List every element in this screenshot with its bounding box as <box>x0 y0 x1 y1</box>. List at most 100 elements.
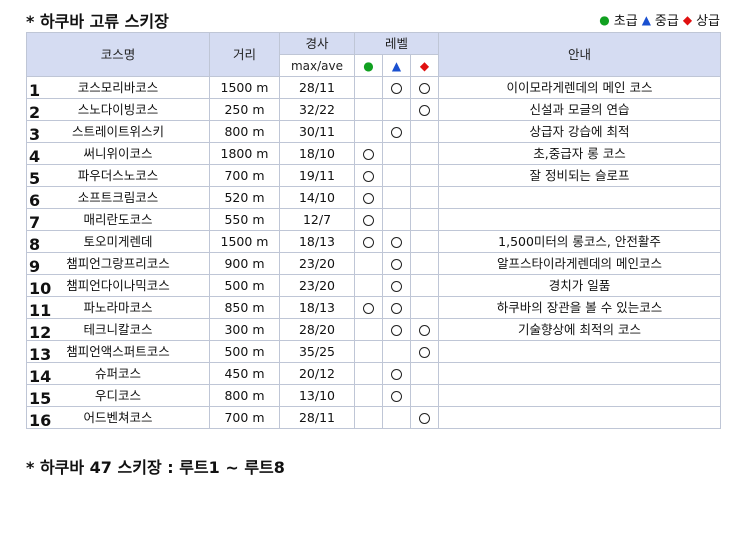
distance-cell: 1500 m <box>209 230 280 253</box>
level-adv-cell <box>409 384 440 407</box>
slope-cell: 35/25 <box>279 340 355 363</box>
level-circle-icon <box>391 368 402 380</box>
level-circle-icon <box>363 214 374 226</box>
level-adv-cell <box>409 406 440 429</box>
beginner-circle-icon: ● <box>599 12 610 27</box>
header-guide: 안내 <box>438 32 721 77</box>
header-advanced-icon: ◆ <box>409 54 440 77</box>
level-circle-icon <box>419 104 430 116</box>
course-table: 코스명 거리 경사 레벨 안내 max/ave ● ▲ ◆ 1 코스모리바코스 15… <box>26 32 721 429</box>
distance-cell: 250 m <box>209 98 280 121</box>
level-adv-cell <box>409 76 440 99</box>
table-row: 14 슈퍼코스 450 m 20/12 <box>26 362 721 385</box>
guide-cell: 기술향상에 최적의 코스 <box>438 318 721 341</box>
slope-cell: 19/11 <box>279 164 355 187</box>
header-beginner-icon: ● <box>354 54 383 77</box>
level-circle-icon <box>391 126 402 138</box>
slope-cell: 32/22 <box>279 98 355 121</box>
slope-cell: 12/7 <box>279 208 355 231</box>
legend-label-beginner: 초급 <box>613 14 638 29</box>
level-circle-icon <box>419 346 430 358</box>
level-beg-cell <box>354 142 383 165</box>
guide-cell: 초,중급자 롱 코스 <box>438 142 721 165</box>
header-distance: 거리 <box>209 32 280 77</box>
course-name: 파노라마코스 <box>83 299 153 315</box>
header-level: 레벨 <box>353 32 440 55</box>
course-name: 토오미게렌데 <box>83 233 153 249</box>
level-adv-cell <box>409 230 440 253</box>
course-name-cell: 3 스트레이트위스키 <box>26 120 210 143</box>
table-row: 15 우디코스 800 m 13/10 <box>26 384 721 407</box>
course-name: 매리란도코스 <box>83 211 153 227</box>
level-int-cell <box>382 274 411 297</box>
level-circle-icon <box>391 258 402 270</box>
table-row: 7 매리란도코스 550 m 12/7 <box>26 208 721 231</box>
course-name-cell: 15 우디코스 <box>26 384 210 407</box>
level-circle-icon <box>391 236 402 248</box>
level-beg-cell <box>354 230 383 253</box>
course-number: 10 <box>29 279 52 297</box>
table-row: 12 테크니칼코스 300 m 28/20 기술향상에 최적의 코스 <box>26 318 721 341</box>
level-adv-cell <box>409 362 440 385</box>
level-beg-cell <box>354 340 383 363</box>
course-name-cell: 4 써니위이코스 <box>26 142 210 165</box>
level-int-cell <box>382 384 411 407</box>
distance-cell: 300 m <box>209 318 280 341</box>
guide-cell: 상급자 강습에 최적 <box>438 120 721 143</box>
slope-cell: 18/10 <box>279 142 355 165</box>
course-number: 3 <box>29 125 41 143</box>
level-adv-cell <box>409 340 440 363</box>
level-beg-cell <box>354 318 383 341</box>
course-number: 8 <box>29 235 41 253</box>
level-adv-cell <box>409 296 440 319</box>
guide-cell <box>438 208 721 231</box>
slope-cell: 18/13 <box>279 296 355 319</box>
course-name-cell: 13 챔피언액스퍼트코스 <box>26 340 210 363</box>
level-beg-cell <box>354 186 383 209</box>
table-row: 6 소프트크림코스 520 m 14/10 <box>26 186 721 209</box>
slope-cell: 28/11 <box>279 76 355 99</box>
level-beg-cell <box>354 406 383 429</box>
distance-cell: 450 m <box>209 362 280 385</box>
table-row: 13 챔피언액스퍼트코스 500 m 35/25 <box>26 340 721 363</box>
level-int-cell <box>382 362 411 385</box>
level-int-cell <box>382 230 411 253</box>
level-int-cell <box>382 406 411 429</box>
level-int-cell <box>382 186 411 209</box>
level-int-cell <box>382 164 411 187</box>
distance-cell: 520 m <box>209 186 280 209</box>
course-name-cell: 8 토오미게렌데 <box>26 230 210 253</box>
table-row: 16 어드벤쳐코스 700 m 28/11 <box>26 406 721 429</box>
course-name-cell: 10 챔피언다이나믹코스 <box>26 274 210 297</box>
level-int-cell <box>382 142 411 165</box>
level-int-cell <box>382 208 411 231</box>
guide-cell: 경치가 일품 <box>438 274 721 297</box>
level-adv-cell <box>409 252 440 275</box>
level-adv-cell <box>409 142 440 165</box>
course-number: 4 <box>29 147 41 165</box>
course-number: 6 <box>29 191 41 209</box>
guide-cell: 잘 정비되는 슬로프 <box>438 164 721 187</box>
level-adv-cell <box>409 318 440 341</box>
level-circle-icon <box>391 324 402 336</box>
level-beg-cell <box>354 274 383 297</box>
course-number: 13 <box>29 345 52 363</box>
course-name: 챔피언액스퍼트코스 <box>66 343 170 359</box>
level-circle-icon <box>391 390 402 402</box>
table-row: 8 토오미게렌데 1500 m 18/13 1,500미터의 롱코스, 안전활주 <box>26 230 721 253</box>
course-name: 스노다이빙코스 <box>77 101 159 117</box>
guide-cell: 이이모라게렌데의 메인 코스 <box>438 76 721 99</box>
header-course: 코스명 <box>26 32 210 77</box>
level-int-cell <box>382 98 411 121</box>
course-name-cell: 5 파우더스노코스 <box>26 164 210 187</box>
distance-cell: 500 m <box>209 340 280 363</box>
level-beg-cell <box>354 384 383 407</box>
distance-cell: 700 m <box>209 406 280 429</box>
course-name: 챔피언다이나믹코스 <box>66 277 170 293</box>
level-int-cell <box>382 252 411 275</box>
table-row: 1 코스모리바코스 1500 m 28/11 이이모라게렌데의 메인 코스 <box>26 76 721 99</box>
footer-note: * 하쿠바 47 스키장 : 루트1 ~ 루트8 <box>26 458 285 477</box>
advanced-diamond-icon: ◆ <box>682 12 693 27</box>
distance-cell: 800 m <box>209 384 280 407</box>
header-intermediate-icon: ▲ <box>382 54 411 77</box>
